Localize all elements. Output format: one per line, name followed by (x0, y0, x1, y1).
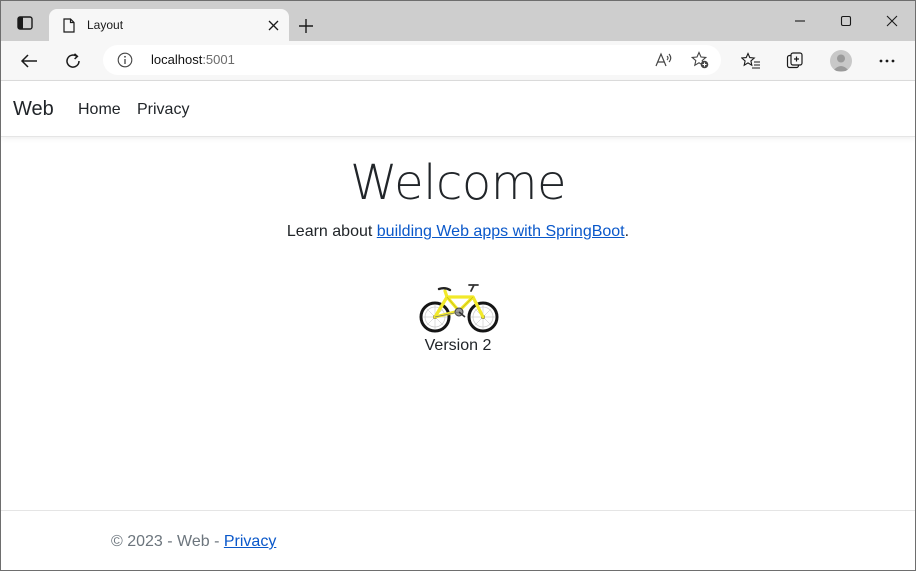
profile-button[interactable] (827, 47, 855, 75)
settings-more-button[interactable] (873, 47, 901, 75)
navbar-brand[interactable]: Web (13, 98, 54, 121)
tab-title: Layout (87, 18, 124, 32)
learn-suffix: . (624, 223, 630, 240)
nav-link-privacy[interactable]: Privacy (137, 101, 189, 119)
site-navbar: Web Home Privacy (1, 81, 915, 137)
window-controls (777, 1, 915, 41)
footer-copyright: © 2023 - Web - (111, 533, 224, 550)
avatar (830, 50, 852, 72)
collections-button[interactable] (781, 47, 809, 75)
address-bar[interactable]: localhost:5001 (103, 45, 721, 75)
learn-prefix: Learn about (286, 223, 377, 240)
tab-strip: Layout (1, 1, 915, 41)
url-text[interactable]: localhost:5001 (151, 52, 235, 67)
footer-text: © 2023 - Web - Privacy (111, 533, 276, 551)
browser-tab[interactable]: Layout (49, 9, 289, 41)
url-port: :5001 (202, 52, 235, 67)
page-title: Welcome (349, 155, 567, 211)
refresh-icon (66, 53, 80, 68)
collections-icon (786, 52, 803, 69)
add-favorite-icon[interactable] (691, 51, 709, 69)
favorites-button[interactable] (737, 47, 765, 75)
minimize-icon (795, 20, 805, 22)
footer-privacy-link[interactable]: Privacy (224, 533, 276, 550)
site-footer: © 2023 - Web - Privacy (1, 510, 915, 570)
page-icon (61, 17, 77, 33)
tab-actions-button[interactable] (11, 12, 39, 34)
tab-actions-icon (17, 16, 33, 30)
url-host: localhost (151, 52, 203, 67)
page-content: Web Home Privacy Welcome Learn about bui… (1, 81, 915, 570)
learn-paragraph: Learn about building Web apps with Sprin… (1, 223, 915, 241)
refresh-button[interactable] (59, 47, 87, 75)
maximize-icon (840, 15, 852, 27)
maximize-button[interactable] (823, 1, 869, 41)
version-label: Version 2 (424, 337, 492, 354)
back-arrow-icon (20, 54, 37, 68)
minimize-button[interactable] (777, 1, 823, 41)
favorites-icon (741, 52, 760, 69)
browser-toolbar: localhost:5001 (1, 41, 915, 81)
new-tab-button[interactable] (295, 15, 317, 37)
close-icon (268, 20, 278, 30)
bicycle-icon (419, 284, 499, 333)
back-button[interactable] (15, 47, 43, 75)
close-window-button[interactable] (869, 1, 915, 41)
plus-icon (299, 19, 313, 33)
nav-link-home[interactable]: Home (78, 101, 121, 119)
springboot-link[interactable]: building Web apps with SpringBoot (377, 223, 625, 240)
tab-close-button[interactable] (265, 17, 281, 33)
read-aloud-icon[interactable] (655, 51, 673, 69)
close-window-icon (886, 15, 898, 27)
site-info-icon[interactable] (117, 52, 133, 68)
browser-window: Layout localhost:5001 Web Home Privacy W… (0, 0, 916, 571)
more-icon (879, 59, 895, 63)
